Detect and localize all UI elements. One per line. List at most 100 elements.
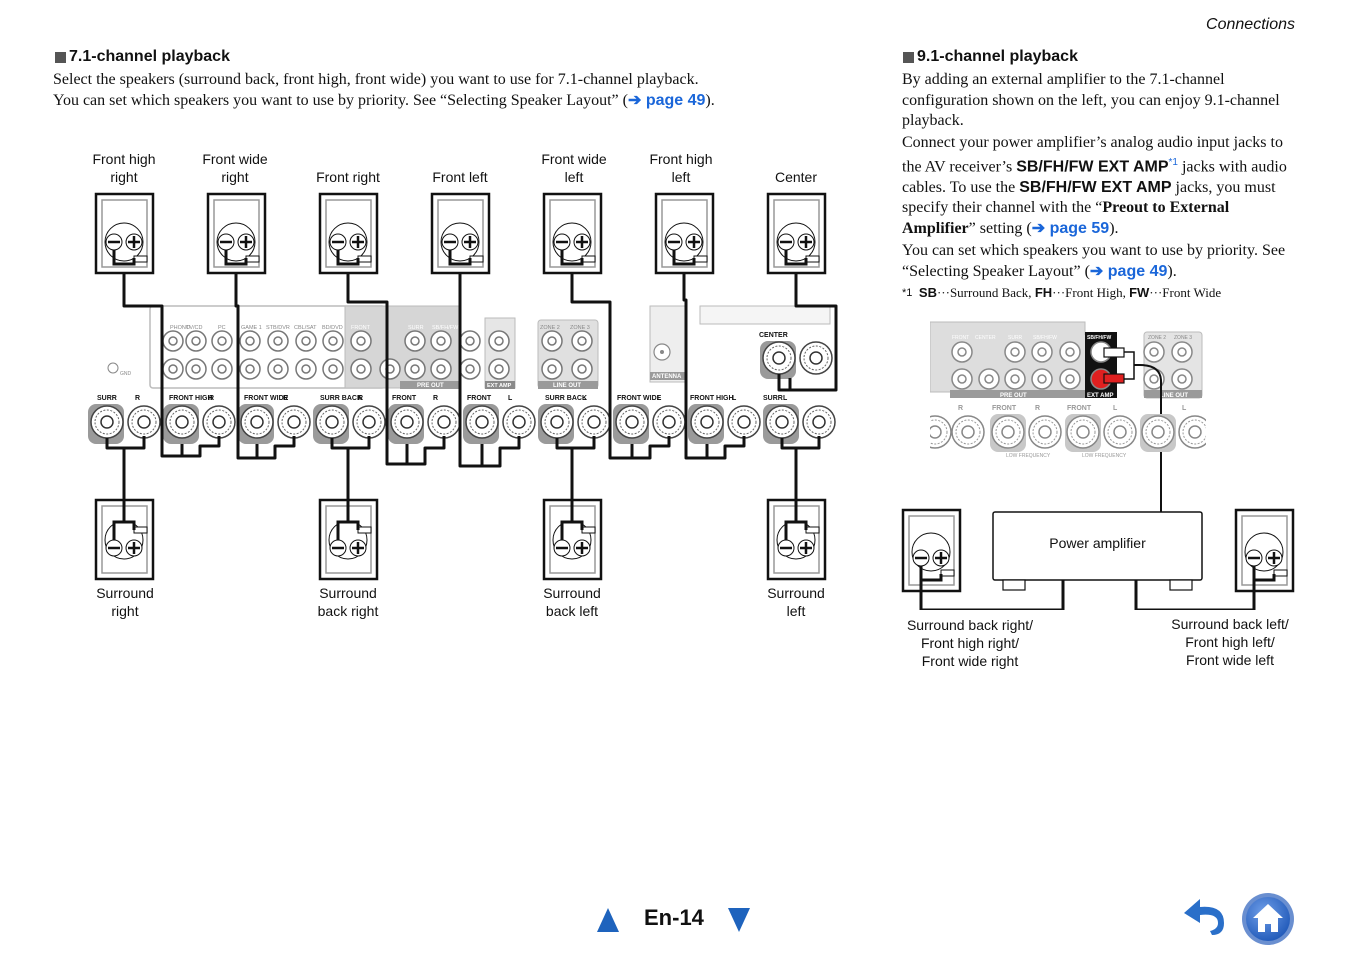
footnote: *1 SB···Surround Back, FH···Front High, … — [902, 283, 1302, 304]
footnote-mark: *1 — [902, 287, 913, 300]
abbr: FW — [1129, 285, 1150, 301]
page-59-link[interactable]: ➔ page 59 — [1032, 220, 1109, 237]
preout-jack-label: FRONT — [351, 325, 371, 331]
input-label: GAME 1 — [241, 325, 262, 331]
ext-amp-label: EXT AMP — [1087, 393, 1113, 399]
zone-label: ZONE 3 — [570, 325, 590, 331]
terminal-label: SURR BACK — [545, 395, 587, 402]
speaker-front-wide-right — [206, 192, 267, 275]
abbr-text: ···Surround Back, — [936, 285, 1035, 301]
wiring-diagram-svg: PRE OUT EXT AMP LINE OUT ANTENNA PHONO T… — [88, 192, 838, 581]
jack-label: SURR — [1008, 335, 1023, 341]
terminal-label: L — [732, 395, 737, 402]
preout-label: PRE OUT — [1000, 393, 1027, 399]
para-block: Connect your power amplifier’s analog au… — [902, 133, 1302, 240]
terminal-label: SURR BACK — [320, 395, 362, 402]
terminal-label: FRONT WIDE — [244, 395, 289, 402]
jack-label: CENTER — [975, 335, 996, 341]
home-icon — [1242, 893, 1294, 945]
terminal-label: L — [783, 395, 788, 402]
back-arrow-icon — [1184, 899, 1224, 935]
terminal-label: L — [582, 395, 587, 402]
zone-label: ZONE 2 — [540, 325, 560, 331]
abbr-text: ···Front High, — [1052, 285, 1130, 301]
terminal-label: R — [135, 395, 140, 402]
diagram-7-1: Front high right Front wide right Front ri… — [0, 0, 860, 640]
jack-name: SB/FH/FW EXT AMP — [1019, 178, 1172, 196]
ext-amp-label: EXT AMP — [487, 383, 512, 389]
preout-jack-label: SB/FH/FW — [432, 325, 459, 331]
terminal-label: R — [283, 395, 288, 402]
section-title-9-1: 9.1-channel playback — [903, 48, 1078, 66]
preout-jack-label: SURR — [408, 325, 424, 331]
abbr: SB — [918, 285, 937, 301]
line-out-label: LINE OUT — [553, 383, 581, 389]
section-bullet-icon — [903, 51, 914, 63]
next-page-button[interactable] — [728, 908, 750, 932]
page-49-link[interactable]: ➔ page 49 — [1090, 263, 1167, 280]
speaker-ext-right — [901, 508, 962, 593]
para-block: By adding an external amplifier to the 7… — [902, 71, 1280, 129]
speaker-front-high-right — [94, 192, 155, 275]
section-header: Connections — [1206, 16, 1295, 33]
zone-label: ZONE 3 — [1174, 335, 1192, 341]
jack-label: SB/FH/FW — [1033, 335, 1057, 341]
svg-text:R: R — [1035, 405, 1040, 412]
gnd-label: GND — [120, 371, 132, 377]
terminal-label: L — [657, 395, 662, 402]
para-block: You can set which speakers you want to u… — [902, 241, 1302, 282]
terminal-label: R — [433, 395, 438, 402]
abbr-text: ···Front Wide — [1149, 285, 1222, 301]
svg-text:R: R — [958, 405, 963, 412]
svg-text:LOW FREQUENCY: LOW FREQUENCY — [1006, 453, 1051, 459]
diagram-9-1: PRE OUT EXT AMP SB/FH/FW LINE OUT FRONT … — [890, 310, 1310, 680]
home-button[interactable] — [1241, 892, 1295, 946]
speaker-front-right — [318, 192, 379, 275]
terminal-label: SURR — [97, 395, 117, 402]
terminal-label: L — [508, 395, 513, 402]
low-frequency-labels: LOW FREQUENCY LOW FREQUENCY — [1006, 453, 1127, 459]
para-text: ). — [1167, 262, 1177, 280]
intro-paragraph-9-1: By adding an external amplifier to the 7… — [902, 70, 1302, 304]
terminal-label: CENTER — [759, 332, 788, 339]
terminal-label: R — [209, 395, 214, 402]
para-text: ). — [1109, 219, 1119, 237]
svg-text:FRONT: FRONT — [1067, 405, 1092, 412]
antenna-label: ANTENNA — [652, 374, 682, 380]
power-amplifier-label: Power amplifier — [1049, 535, 1146, 551]
input-label: PC — [218, 325, 226, 331]
terminal-label: FRONT WIDE — [617, 395, 662, 402]
terminal-labels: R FRONT R FRONT L L — [958, 405, 1187, 412]
jack-name: SB/FH/FW EXT AMP — [1016, 158, 1169, 176]
sbfhfw-label: SB/FH/FW — [1087, 335, 1111, 341]
speaker-front-left — [430, 192, 491, 275]
section-title-text: 9.1-channel playback — [917, 48, 1078, 65]
terminal-label: FRONT HIGH — [690, 395, 734, 402]
svg-text:FRONT: FRONT — [992, 405, 1017, 412]
terminal-label: FRONT — [467, 395, 492, 402]
jack-label: FRONT — [952, 335, 969, 341]
terminal-label: FRONT HIGH — [169, 395, 213, 402]
input-label: BD/DVD — [322, 325, 343, 331]
speaker-front-high-left — [654, 192, 715, 275]
input-label: TV/CD — [186, 325, 203, 331]
ext-right-caption: Surround back right/Front high right/Fro… — [906, 617, 1034, 669]
svg-text:LOW FREQUENCY: LOW FREQUENCY — [1082, 453, 1127, 459]
para-text: ” setting ( — [968, 219, 1032, 237]
speaker-front-wide-left — [542, 192, 603, 275]
footnote-ref: *1 — [1168, 157, 1178, 168]
speaker-center — [766, 192, 827, 275]
abbr: FH — [1034, 285, 1053, 301]
ext-left-caption: Surround back left/Front high left/Front… — [1171, 616, 1289, 668]
terminal-label: R — [358, 395, 363, 402]
previous-page-button[interactable] — [597, 908, 619, 932]
speaker-ext-left — [1234, 508, 1295, 593]
input-label: CBL/SAT — [294, 325, 317, 331]
back-button[interactable] — [1180, 895, 1230, 939]
input-label: STB/DVR — [266, 325, 290, 331]
line-out-label: LINE OUT — [1160, 393, 1188, 399]
terminal-label: FRONT — [392, 395, 417, 402]
preout-label: PRE OUT — [417, 383, 444, 389]
svg-text:L: L — [1113, 405, 1118, 412]
page-number: En-14 — [644, 905, 704, 930]
